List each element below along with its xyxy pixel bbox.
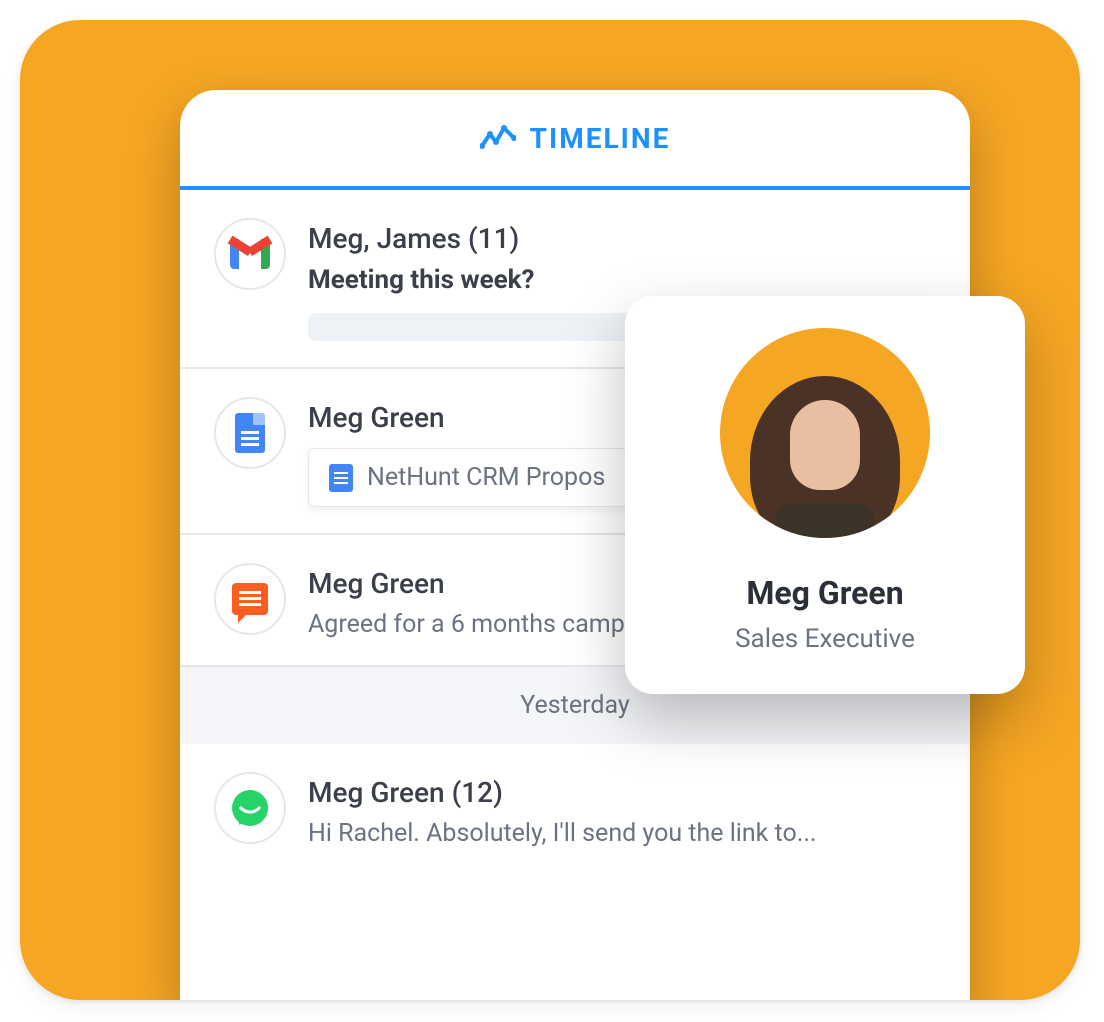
contact-role: Sales Executive [735,624,915,654]
activity-icon [480,124,516,152]
item-subject: Meeting this week? [308,265,936,295]
item-description: Hi Rachel. Absolutely, I'll send you the… [308,819,936,848]
app-frame: TIMELINE Meg, James (11) Meeting this we… [20,20,1080,1000]
whatsapp-icon [214,772,286,844]
gmail-icon [214,218,286,290]
google-docs-icon [329,464,353,492]
google-docs-icon [214,397,286,469]
contact-card[interactable]: Meg Green Sales Executive [625,296,1025,694]
timeline-item-whatsapp[interactable]: Meg Green (12) Hi Rachel. Absolutely, I'… [180,744,970,874]
item-title: Meg, James (11) [308,222,936,255]
attachment-name: NetHunt CRM Propos [367,463,605,492]
item-title: Meg Green (12) [308,776,936,809]
tab-timeline[interactable]: TIMELINE [180,90,970,190]
tab-label: TIMELINE [530,122,671,155]
contact-name: Meg Green [746,574,903,612]
avatar [720,328,930,538]
chat-icon [214,563,286,635]
item-content: Meg Green (12) Hi Rachel. Absolutely, I'… [308,772,936,848]
